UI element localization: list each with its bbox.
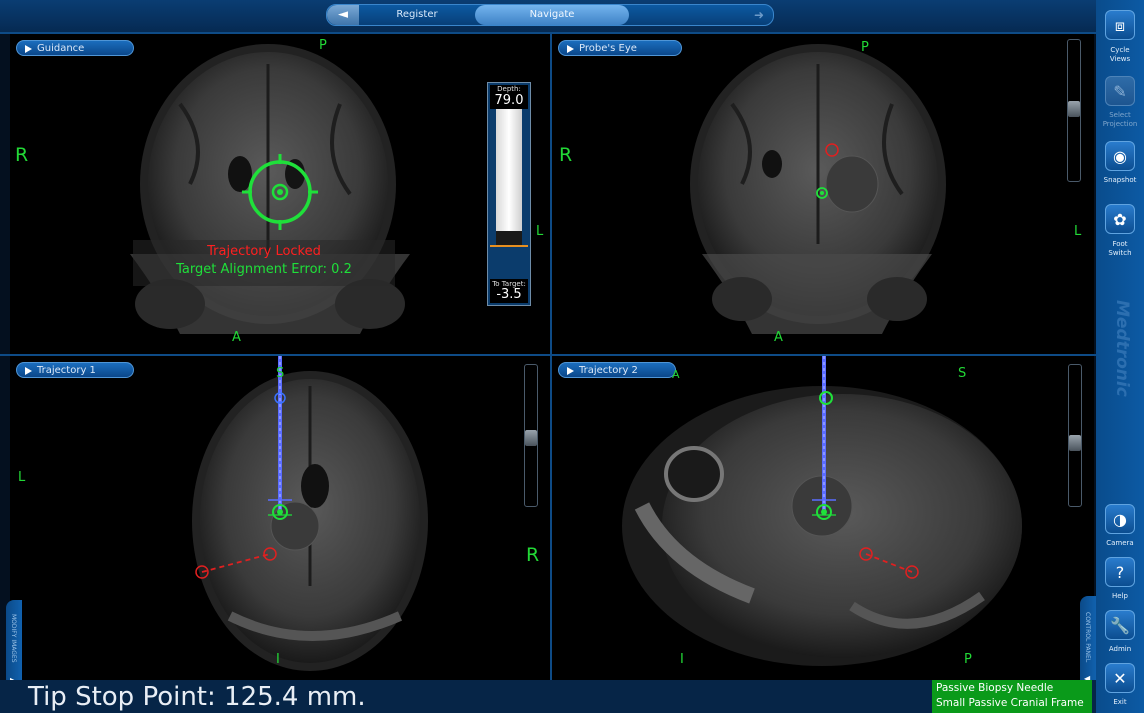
- cycle-views-button[interactable]: ⧈: [1105, 10, 1135, 40]
- foot-switch-icon: ✿: [1113, 210, 1127, 229]
- probes-eye-slice-slider[interactable]: [1067, 39, 1081, 182]
- foot-switch-button[interactable]: ✿: [1105, 204, 1135, 234]
- active-tool-box: Passive Biopsy Needle Small Passive Cran…: [932, 680, 1092, 713]
- orientation-bottom-left: I: [680, 652, 684, 667]
- arrow-right-icon: ➜: [753, 8, 765, 22]
- trajectory1-view-label[interactable]: Trajectory 1: [16, 362, 134, 378]
- snapshot-button[interactable]: ◉: [1105, 141, 1135, 171]
- orientation-top: S: [958, 366, 967, 381]
- probes-eye-viewport[interactable]: Probe's Eye P R L A: [552, 34, 1094, 354]
- tracker-name: Small Passive Cranial Frame: [936, 697, 1084, 709]
- trajectory2-view-label[interactable]: Trajectory 2: [558, 362, 676, 378]
- to-target-readout: To Target: -3.5: [490, 279, 528, 303]
- play-icon: [25, 45, 32, 53]
- tip-stop-point-text: Tip Stop Point: 125.4 mm.: [28, 682, 366, 712]
- orientation-left: R: [559, 144, 573, 166]
- trajectory2-mri-image: [622, 356, 1022, 666]
- back-button[interactable]: ◄: [327, 5, 359, 25]
- orientation-top: S: [276, 366, 285, 381]
- trajectory1-slice-slider[interactable]: [524, 364, 538, 507]
- trajectory1-mri-image: [192, 356, 428, 671]
- orientation-top: P: [319, 38, 327, 53]
- guidance-mri-image: [130, 44, 410, 334]
- to-target-value: -3.5: [496, 287, 522, 302]
- top-bar: ◄ Register Navigate ➜: [0, 0, 1096, 32]
- alignment-message-box: Trajectory Locked Target Alignment Error…: [133, 240, 395, 286]
- orientation-left: L: [18, 470, 26, 485]
- trajectory2-viewport[interactable]: Trajectory 2 A S I P: [552, 356, 1094, 680]
- probes-eye-view-label[interactable]: Probe's Eye: [558, 40, 682, 56]
- orientation-left: R: [15, 144, 29, 166]
- orientation-bottom: A: [774, 330, 783, 345]
- slider-handle[interactable]: [1068, 101, 1080, 117]
- close-icon: ✕: [1113, 669, 1127, 688]
- depth-bar-tip: [496, 231, 522, 245]
- wrench-icon: 🔧: [1110, 616, 1130, 635]
- play-icon: [25, 367, 32, 375]
- camera-button[interactable]: ◑: [1105, 504, 1135, 534]
- trajectory2-slice-slider[interactable]: [1068, 364, 1082, 507]
- alignment-error-text: Target Alignment Error: 0.2: [176, 262, 352, 277]
- cycle-views-icon: ⧈: [1114, 16, 1126, 35]
- workflow-nav: ◄ Register Navigate ➜: [326, 4, 774, 26]
- tracking-camera-icon: ◑: [1113, 510, 1127, 529]
- orientation-right: L: [1074, 224, 1082, 239]
- camera-icon: ◉: [1113, 147, 1127, 166]
- slider-handle[interactable]: [1069, 435, 1081, 451]
- pen-icon: ✎: [1113, 82, 1127, 101]
- select-projection-button[interactable]: ✎: [1105, 76, 1135, 106]
- depth-bar: [496, 109, 522, 245]
- help-button[interactable]: ?: [1105, 557, 1135, 587]
- orientation-top: P: [861, 40, 869, 55]
- probes-eye-mri-image: [690, 44, 946, 334]
- arrow-left-icon: ◄: [338, 7, 348, 22]
- orientation-bottom: I: [276, 652, 280, 667]
- depth-value: 79.0: [494, 93, 524, 108]
- exit-button[interactable]: ✕: [1105, 663, 1135, 693]
- trajectory1-viewport[interactable]: Trajectory 1 S L R I: [10, 356, 550, 680]
- depth-gauge: Depth: 79.0 To Target: -3.5: [487, 82, 531, 306]
- orientation-right: L: [536, 224, 544, 239]
- orientation-bottom: A: [232, 330, 241, 345]
- play-icon: [567, 45, 574, 53]
- question-icon: ?: [1115, 563, 1125, 582]
- play-icon: [567, 367, 574, 375]
- medtronic-logo: Medtronic: [1112, 300, 1132, 397]
- guidance-viewport[interactable]: Guidance P R L A: [10, 34, 550, 354]
- guidance-view-label[interactable]: Guidance: [16, 40, 134, 56]
- trajectory-locked-text: Trajectory Locked: [207, 244, 321, 259]
- tab-navigate[interactable]: Navigate: [475, 5, 629, 25]
- target-line: [490, 245, 528, 247]
- admin-button[interactable]: 🔧: [1105, 610, 1135, 640]
- orientation-top-left: A: [672, 368, 680, 381]
- orientation-bottom-right: P: [964, 652, 972, 667]
- slider-handle[interactable]: [525, 430, 537, 446]
- tool-name: Passive Biopsy Needle: [936, 682, 1054, 694]
- tab-register[interactable]: Register: [359, 5, 475, 25]
- orientation-right: R: [526, 544, 540, 566]
- forward-button[interactable]: ➜: [745, 5, 773, 25]
- depth-readout: Depth: 79.0: [490, 85, 528, 109]
